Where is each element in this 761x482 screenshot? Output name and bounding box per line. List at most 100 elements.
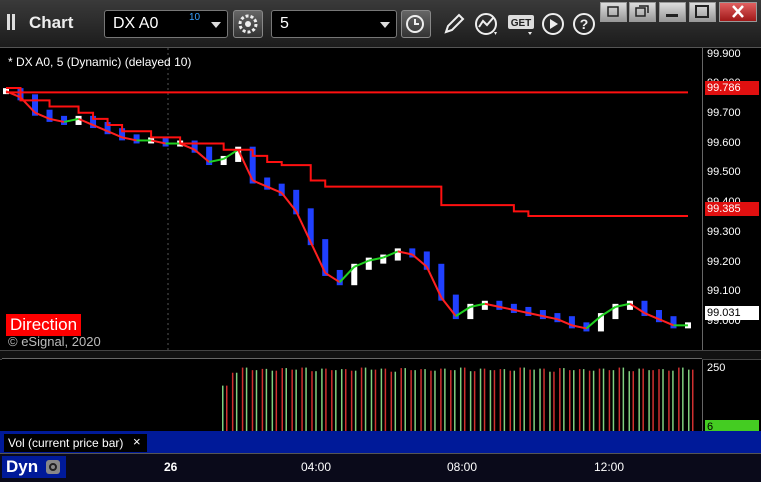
volume-bar bbox=[340, 369, 343, 432]
volume-bar bbox=[444, 368, 446, 432]
restore-button[interactable] bbox=[629, 2, 656, 22]
volume-bar bbox=[459, 367, 462, 432]
workspace-button[interactable]: Dyn bbox=[2, 456, 66, 478]
symbol-value: DX A0 bbox=[113, 15, 159, 32]
symbol-delay-badge: 10 bbox=[189, 12, 201, 23]
price-bar bbox=[481, 300, 488, 310]
volume-bar bbox=[662, 369, 664, 432]
volume-bar bbox=[410, 370, 412, 432]
volume-bar bbox=[321, 368, 323, 432]
volume-bar bbox=[305, 367, 307, 432]
price-chart-svg bbox=[3, 48, 691, 350]
price-bar bbox=[336, 269, 343, 286]
chevron-down-icon bbox=[211, 22, 221, 28]
get-data-button[interactable]: GET bbox=[506, 10, 536, 38]
volume-bar bbox=[553, 371, 555, 432]
time-label: 08:00 bbox=[447, 460, 478, 474]
volume-bar bbox=[622, 367, 625, 432]
interval-input[interactable]: 5 bbox=[271, 10, 397, 38]
minimize-icon bbox=[666, 14, 678, 17]
copyright-text: © eSignal, 2020 bbox=[8, 334, 101, 349]
price-tick: 99.500 bbox=[707, 166, 741, 178]
interval-value: 5 bbox=[280, 15, 289, 32]
price-bar bbox=[525, 306, 532, 317]
gear-icon bbox=[238, 14, 258, 34]
price-tick: 99.600 bbox=[707, 137, 741, 149]
volume-chart-area[interactable] bbox=[2, 358, 702, 432]
price-chart-area[interactable] bbox=[2, 48, 702, 350]
volume-bar bbox=[430, 370, 432, 432]
volume-bar bbox=[499, 369, 502, 432]
draw-tool-button[interactable] bbox=[438, 10, 468, 38]
volume-bar bbox=[638, 368, 640, 432]
volume-bar bbox=[678, 367, 680, 432]
settings-button[interactable] bbox=[233, 10, 263, 38]
volume-bar bbox=[380, 368, 383, 432]
close-volume-icon[interactable]: × bbox=[133, 434, 141, 449]
volume-bar bbox=[311, 371, 313, 432]
volume-bar bbox=[364, 367, 367, 432]
volume-bar bbox=[473, 371, 476, 432]
volume-bar bbox=[285, 368, 287, 432]
play-icon bbox=[542, 13, 564, 35]
volume-bar bbox=[608, 370, 611, 432]
price-tick: 99.300 bbox=[707, 226, 741, 238]
minimize-button[interactable] bbox=[659, 2, 686, 22]
symbol-input[interactable]: DX A0 10 bbox=[104, 10, 228, 38]
time-label: 12:00 bbox=[594, 460, 625, 474]
time-axis[interactable] bbox=[0, 453, 761, 482]
chart-app-icon bbox=[7, 14, 21, 30]
volume-bar bbox=[404, 368, 406, 432]
volume-bar bbox=[688, 369, 690, 432]
maximize-button[interactable] bbox=[689, 2, 716, 22]
help-icon: ? bbox=[573, 13, 595, 35]
time-button[interactable] bbox=[401, 10, 431, 38]
time-label: 26 bbox=[164, 460, 178, 474]
lower-stop-flag: 99.385 bbox=[705, 202, 759, 216]
clock-icon bbox=[406, 15, 424, 33]
lock-icon bbox=[46, 460, 60, 474]
replay-button[interactable] bbox=[540, 10, 570, 38]
volume-bar bbox=[563, 368, 565, 432]
chevron-down-icon bbox=[380, 22, 390, 28]
volume-bar bbox=[549, 371, 551, 432]
price-bar bbox=[539, 310, 546, 320]
volume-bar bbox=[529, 369, 531, 432]
studies-button[interactable] bbox=[472, 10, 502, 38]
volume-bar bbox=[682, 367, 684, 432]
link-window-button[interactable] bbox=[600, 2, 627, 22]
volume-bar bbox=[668, 370, 670, 432]
volume-bar bbox=[335, 370, 337, 432]
get-icon: GET bbox=[508, 15, 534, 35]
volume-bar bbox=[325, 368, 327, 432]
time-label: 04:00 bbox=[301, 460, 332, 474]
volume-bar bbox=[588, 370, 591, 432]
volume-bar bbox=[251, 370, 254, 432]
direction-label: Direction bbox=[6, 314, 82, 336]
volume-bar bbox=[612, 370, 615, 432]
lower-stop-line bbox=[6, 87, 688, 217]
volume-bar bbox=[424, 369, 426, 432]
volume-bar bbox=[281, 368, 283, 432]
volume-bar bbox=[291, 369, 293, 432]
price-tick: 99.700 bbox=[707, 107, 741, 119]
volume-bar bbox=[295, 369, 297, 432]
chart-legend: * DX A0, 5 (Dynamic) (delayed 10) bbox=[8, 55, 192, 69]
close-button[interactable] bbox=[719, 2, 757, 22]
volume-bar bbox=[582, 369, 585, 432]
volume-bar bbox=[533, 369, 535, 432]
help-button[interactable]: ? bbox=[571, 10, 601, 38]
volume-bar bbox=[602, 368, 605, 432]
price-bar bbox=[394, 248, 401, 261]
volume-bar bbox=[374, 369, 377, 432]
title-bar: Chart DX A0 10 5 GET ? bbox=[0, 0, 761, 48]
volume-bar bbox=[226, 385, 228, 432]
volume-bar bbox=[489, 370, 492, 432]
volume-bar bbox=[658, 369, 660, 432]
volume-bar bbox=[632, 371, 635, 432]
volume-bar bbox=[420, 369, 422, 432]
pencil-icon bbox=[444, 13, 465, 34]
last-price-flag: 99.031 bbox=[705, 306, 759, 320]
volume-bar bbox=[301, 367, 303, 432]
volume-bar bbox=[539, 368, 541, 432]
